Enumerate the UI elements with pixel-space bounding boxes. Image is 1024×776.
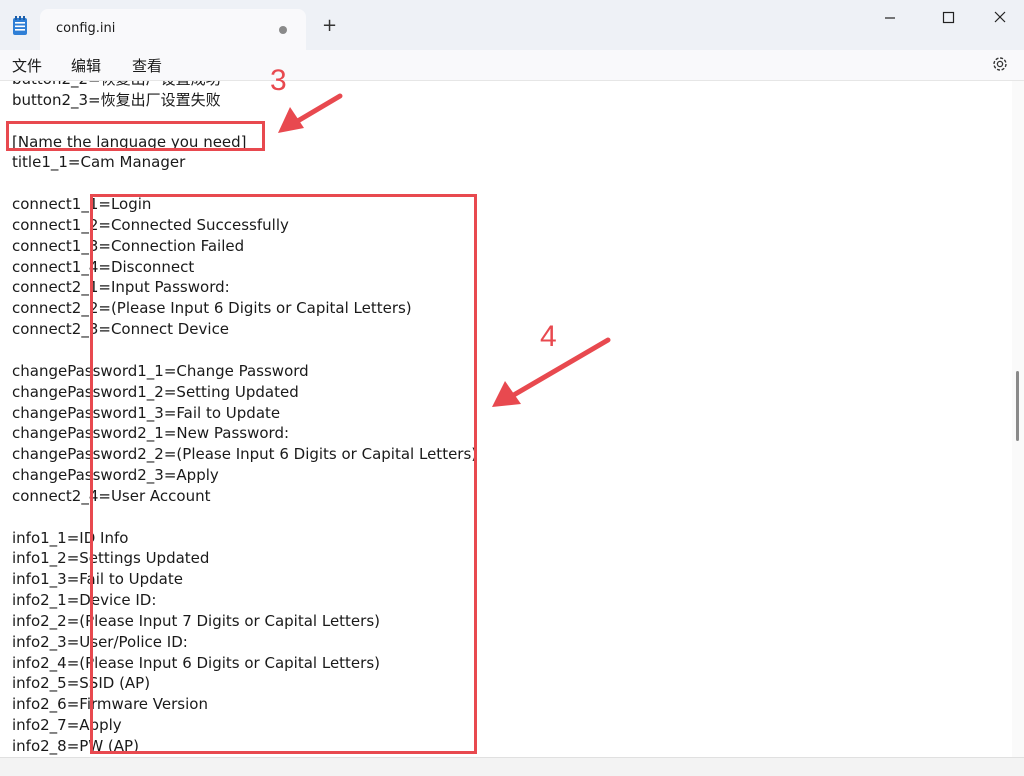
annotation-arrow-3	[278, 93, 343, 133]
annotation-arrows	[278, 93, 611, 407]
annotation-arrow-4	[492, 337, 611, 407]
